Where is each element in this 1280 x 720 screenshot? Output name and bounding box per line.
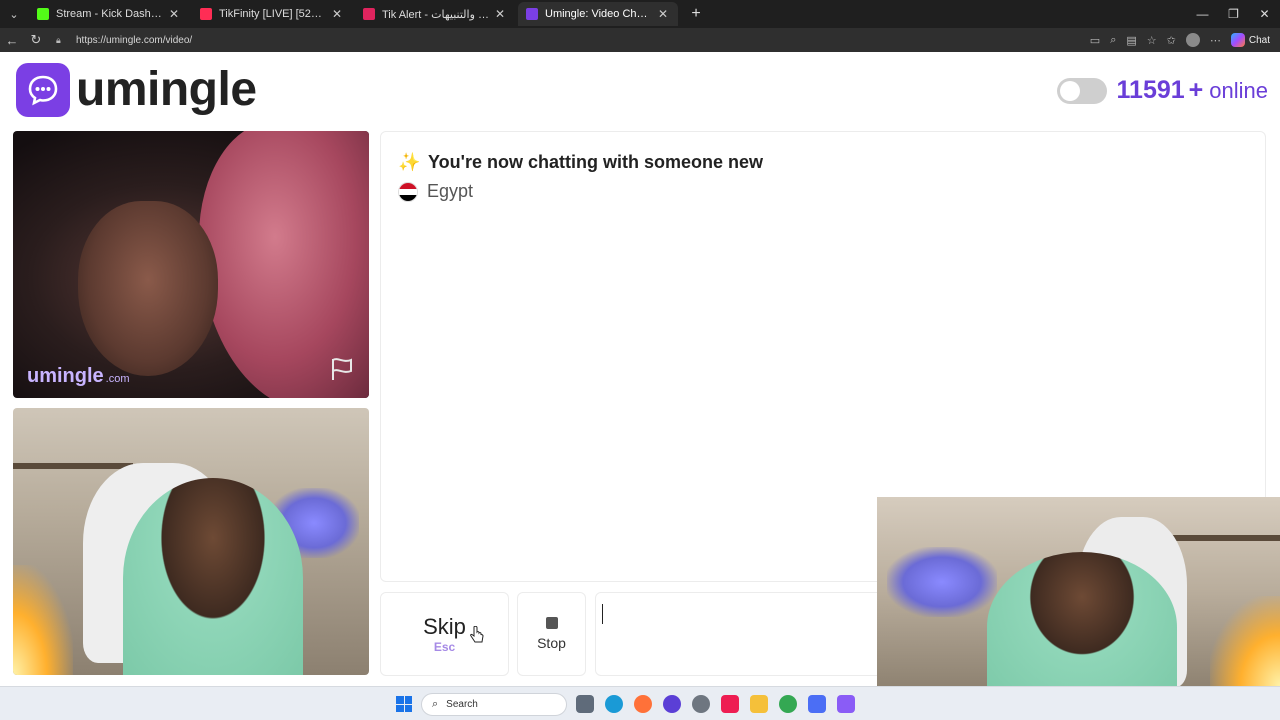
- favorites-icon[interactable]: ✩: [1167, 34, 1176, 47]
- taskbar-search[interactable]: ⌕ Search: [421, 693, 567, 716]
- chat-bubble-logo-icon: [16, 62, 70, 117]
- video-scene: [78, 201, 218, 376]
- firefox-icon[interactable]: [634, 695, 652, 713]
- tik-alert-favicon-icon: [363, 8, 375, 20]
- chrome-icon[interactable]: [779, 695, 797, 713]
- settings-icon[interactable]: [692, 695, 710, 713]
- restore-icon[interactable]: ❐: [1218, 0, 1249, 28]
- windows-taskbar: ⌕ Search: [0, 686, 1280, 720]
- app-icon[interactable]: [663, 695, 681, 713]
- report-flag-icon[interactable]: [329, 357, 355, 386]
- store-icon[interactable]: [808, 695, 826, 713]
- video-scene: [1210, 596, 1280, 686]
- stranger-country: Egypt: [398, 181, 473, 202]
- tab-title: Tik Alert - منصة الإشعارات والتنبيهات: [382, 8, 489, 21]
- tab-tik-alert[interactable]: Tik Alert - منصة الإشعارات والتنبيهات ✕: [355, 2, 515, 26]
- tab-list-button[interactable]: ⌄: [2, 4, 26, 24]
- url-text: https://umingle.com/video/: [76, 34, 193, 46]
- online-count: 11591: [1116, 76, 1185, 104]
- back-arrow-icon[interactable]: ←: [0, 33, 24, 48]
- video-scene: [887, 547, 997, 617]
- video-scene: [13, 463, 133, 469]
- taskbar-search-label: Search: [446, 699, 478, 710]
- self-video: [13, 408, 369, 675]
- tab-kick-dashboard[interactable]: Stream - Kick Dashboard ✕: [29, 2, 189, 26]
- close-tab-icon[interactable]: ✕: [167, 7, 181, 21]
- sparkles-icon: ✨: [398, 152, 421, 172]
- system-message-text: You're now chatting with someone new: [428, 152, 763, 172]
- kick-favicon-icon: [37, 8, 49, 20]
- stranger-video: umingle .com: [13, 131, 369, 398]
- close-tab-icon[interactable]: ✕: [493, 7, 507, 21]
- edge-icon[interactable]: [605, 695, 623, 713]
- reading-view-icon[interactable]: ▤: [1126, 34, 1136, 47]
- file-explorer-icon[interactable]: [750, 695, 768, 713]
- site-info-icon[interactable]: 🔒︎: [56, 35, 70, 46]
- streamer-facecam-overlay: [877, 497, 1280, 686]
- tikfinity-favicon-icon: [200, 8, 212, 20]
- watermark-text: umingle: [27, 365, 104, 387]
- brand-name: umingle: [76, 63, 257, 116]
- refresh-icon[interactable]: ↻: [24, 32, 48, 48]
- umingle-favicon-icon: [526, 8, 538, 20]
- close-tab-icon[interactable]: ✕: [330, 7, 344, 21]
- stop-button[interactable]: Stop: [517, 592, 586, 676]
- system-message: ✨ You're now chatting with someone new: [398, 152, 763, 173]
- skip-shortcut-key: Esc: [433, 640, 456, 654]
- watermark-suffix: .com: [105, 373, 130, 385]
- hand-cursor-icon: [470, 625, 484, 649]
- copilot-app-icon[interactable]: [837, 695, 855, 713]
- egypt-flag-icon: [398, 181, 418, 202]
- profile-avatar[interactable]: [1185, 33, 1200, 47]
- url-field[interactable]: 🔒︎ https://umingle.com/video/: [52, 30, 1062, 50]
- close-window-icon[interactable]: ✕: [1249, 0, 1280, 28]
- minimize-icon[interactable]: —: [1187, 0, 1218, 28]
- brand[interactable]: umingle: [16, 62, 257, 117]
- stop-label: Stop: [537, 635, 566, 651]
- skip-button[interactable]: Skip Esc: [380, 592, 509, 676]
- tab-umingle[interactable]: Umingle: Video Chat with Strangers ✕: [518, 2, 678, 26]
- tab-title: TikFinity [LIVE] [521 Viewers]: [219, 8, 326, 20]
- online-status: 11591 + online: [1056, 76, 1268, 105]
- task-view-icon[interactable]: [576, 695, 594, 713]
- video-scene: [123, 478, 303, 675]
- copilot-icon: [1230, 33, 1245, 47]
- copilot-chat-button[interactable]: Chat: [1230, 33, 1270, 47]
- browser-toolbar-right: ▭ ⌕ ▤ ☆ ✩ ⋯ Chat: [1090, 28, 1270, 52]
- text-caret: [602, 604, 603, 624]
- zoom-icon[interactable]: ⌕: [1110, 34, 1116, 47]
- close-tab-icon[interactable]: ✕: [656, 7, 670, 21]
- favorite-star-icon[interactable]: ☆: [1147, 34, 1157, 47]
- camera-icon[interactable]: ▭: [1090, 34, 1100, 47]
- tab-title: Umingle: Video Chat with Strangers: [545, 8, 652, 20]
- more-icon[interactable]: ⋯: [1210, 34, 1221, 47]
- stop-icon: [545, 617, 558, 629]
- copilot-label: Chat: [1248, 34, 1270, 46]
- skip-label: Skip: [423, 614, 466, 639]
- windows-start-icon[interactable]: [396, 696, 412, 712]
- address-bar-row: ← ↻ 🔒︎ https://umingle.com/video/ ▭ ⌕ ▤ …: [0, 28, 1280, 52]
- video-scene: [13, 565, 73, 675]
- tab-tikfinity[interactable]: TikFinity [LIVE] [521 Viewers] ✕: [192, 2, 352, 26]
- online-plus: +: [1188, 76, 1204, 104]
- message-input[interactable]: [595, 592, 895, 676]
- online-label: online: [1209, 77, 1268, 103]
- country-name: Egypt: [427, 181, 474, 201]
- tiktok-icon[interactable]: [721, 695, 739, 713]
- new-tab-button[interactable]: +: [686, 5, 706, 23]
- browser-tab-bar: ⌄ Stream - Kick Dashboard ✕ TikFinity [L…: [0, 0, 1280, 28]
- tab-title: Stream - Kick Dashboard: [56, 8, 163, 20]
- theme-toggle[interactable]: [1056, 77, 1107, 104]
- umingle-watermark: umingle .com: [27, 365, 130, 388]
- search-icon: ⌕: [432, 698, 439, 710]
- window-controls: — ❐ ✕: [1187, 0, 1280, 28]
- taskbar-apps: [576, 695, 855, 713]
